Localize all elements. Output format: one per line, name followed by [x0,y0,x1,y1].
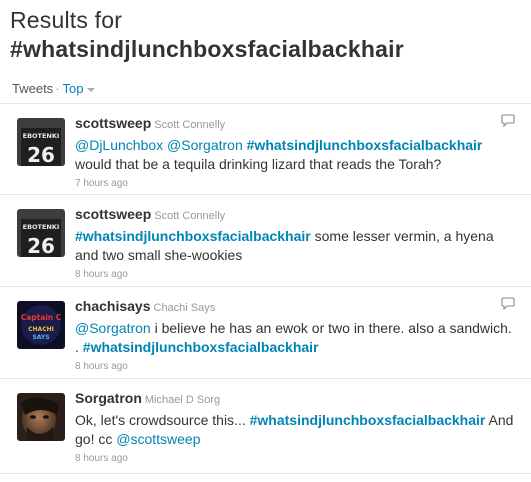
mention-link[interactable]: @scottsweep [116,431,200,447]
reply-icon[interactable] [501,297,515,310]
full-name[interactable]: Michael D Sorg [145,394,220,406]
tweet-author: scottsweep Scott Connelly [75,115,515,134]
full-name[interactable]: Scott Connelly [154,210,225,222]
tweet-text-segment: Ok, let's crowdsource this... [75,412,250,428]
results-for-label: Results for [10,7,123,33]
hashtag-link[interactable]: #whatsindjlunchboxsfacialbackhair [75,228,311,244]
tweet-text: @DjLunchbox @Sorgatron #whatsindjlunchbo… [75,136,515,174]
mention-link[interactable]: @DjLunchbox [75,137,163,153]
mention-link[interactable]: @Sorgatron [167,137,243,153]
tweet-item[interactable]: EBOTENKI 26 scottsweep Scott Connelly #wh… [0,194,531,286]
screen-name[interactable]: scottsweep [75,206,151,222]
search-query-title: #whatsindjlunchboxsfacialbackhair [10,36,404,62]
search-results-header: Results for #whatsindjlunchboxsfacialbac… [0,0,531,64]
timestamp[interactable]: 7 hours ago [75,178,515,189]
svg-text:EBOTENKI: EBOTENKI [23,223,60,231]
tweet-stream: EBOTENKI 26 scottsweep Scott Connelly @Dj… [0,103,531,474]
svg-text:26: 26 [27,234,55,257]
hashtag-link[interactable]: #whatsindjlunchboxsfacialbackhair [247,137,483,153]
timestamp[interactable]: 8 hours ago [75,453,515,464]
tweet-author: scottsweep Scott Connelly [75,206,515,225]
full-name[interactable]: Scott Connelly [154,119,225,131]
hashtag-link[interactable]: #whatsindjlunchboxsfacialbackhair [250,412,486,428]
tweet-item[interactable]: Captain C CHACHI SAYS chachisays Chachi S… [0,286,531,378]
svg-text:26: 26 [27,143,55,166]
svg-text:EBOTENKI: EBOTENKI [23,132,60,140]
tweet-item[interactable]: EBOTENKI 26 scottsweep Scott Connelly @Dj… [0,103,531,194]
tweet-text: @Sorgatron i believe he has an ewok or t… [75,319,515,357]
tab-tweets[interactable]: Tweets [12,81,53,96]
avatar[interactable]: EBOTENKI 26 [17,118,65,166]
tweet-content: scottsweep Scott Connelly @DjLunchbox @So… [75,115,515,189]
full-name[interactable]: Chachi Says [154,302,216,314]
tweet-item[interactable]: Sorgatron Michael D Sorg Ok, let's crowds… [0,378,531,474]
avatar[interactable]: Captain C CHACHI SAYS [17,301,65,349]
timestamp[interactable]: 8 hours ago [75,361,515,372]
tweet-text: #whatsindjlunchboxsfacialbackhair some l… [75,227,515,265]
tweet-author: chachisays Chachi Says [75,298,515,317]
timestamp[interactable]: 8 hours ago [75,269,515,280]
tweet-content: Sorgatron Michael D Sorg Ok, let's crowds… [75,390,515,464]
mention-link[interactable]: @Sorgatron [75,320,151,336]
avatar[interactable] [17,393,65,441]
screen-name[interactable]: scottsweep [75,115,151,131]
screen-name[interactable]: Sorgatron [75,390,142,406]
avatar[interactable]: EBOTENKI 26 [17,209,65,257]
tab-top[interactable]: Top [63,81,84,96]
tweet-author: Sorgatron Michael D Sorg [75,390,515,409]
svg-text:CHACHI: CHACHI [28,326,54,333]
tab-separator: · [55,81,60,96]
tweet-text: Ok, let's crowdsource this... #whatsindj… [75,411,515,449]
hashtag-link[interactable]: #whatsindjlunchboxsfacialbackhair [83,339,319,355]
tweet-content: chachisays Chachi Says @Sorgatron i belie… [75,298,515,372]
tweet-content: scottsweep Scott Connelly #whatsindjlunch… [75,206,515,280]
tweet-text-segment: would that be a tequila drinking lizard … [75,156,442,172]
svg-text:SAYS: SAYS [32,334,49,341]
svg-text:Captain C: Captain C [21,313,62,322]
results-filter-tabs: Tweets · Top [12,81,95,96]
screen-name[interactable]: chachisays [75,298,151,314]
chevron-down-icon[interactable] [86,87,95,92]
reply-icon[interactable] [501,114,515,127]
